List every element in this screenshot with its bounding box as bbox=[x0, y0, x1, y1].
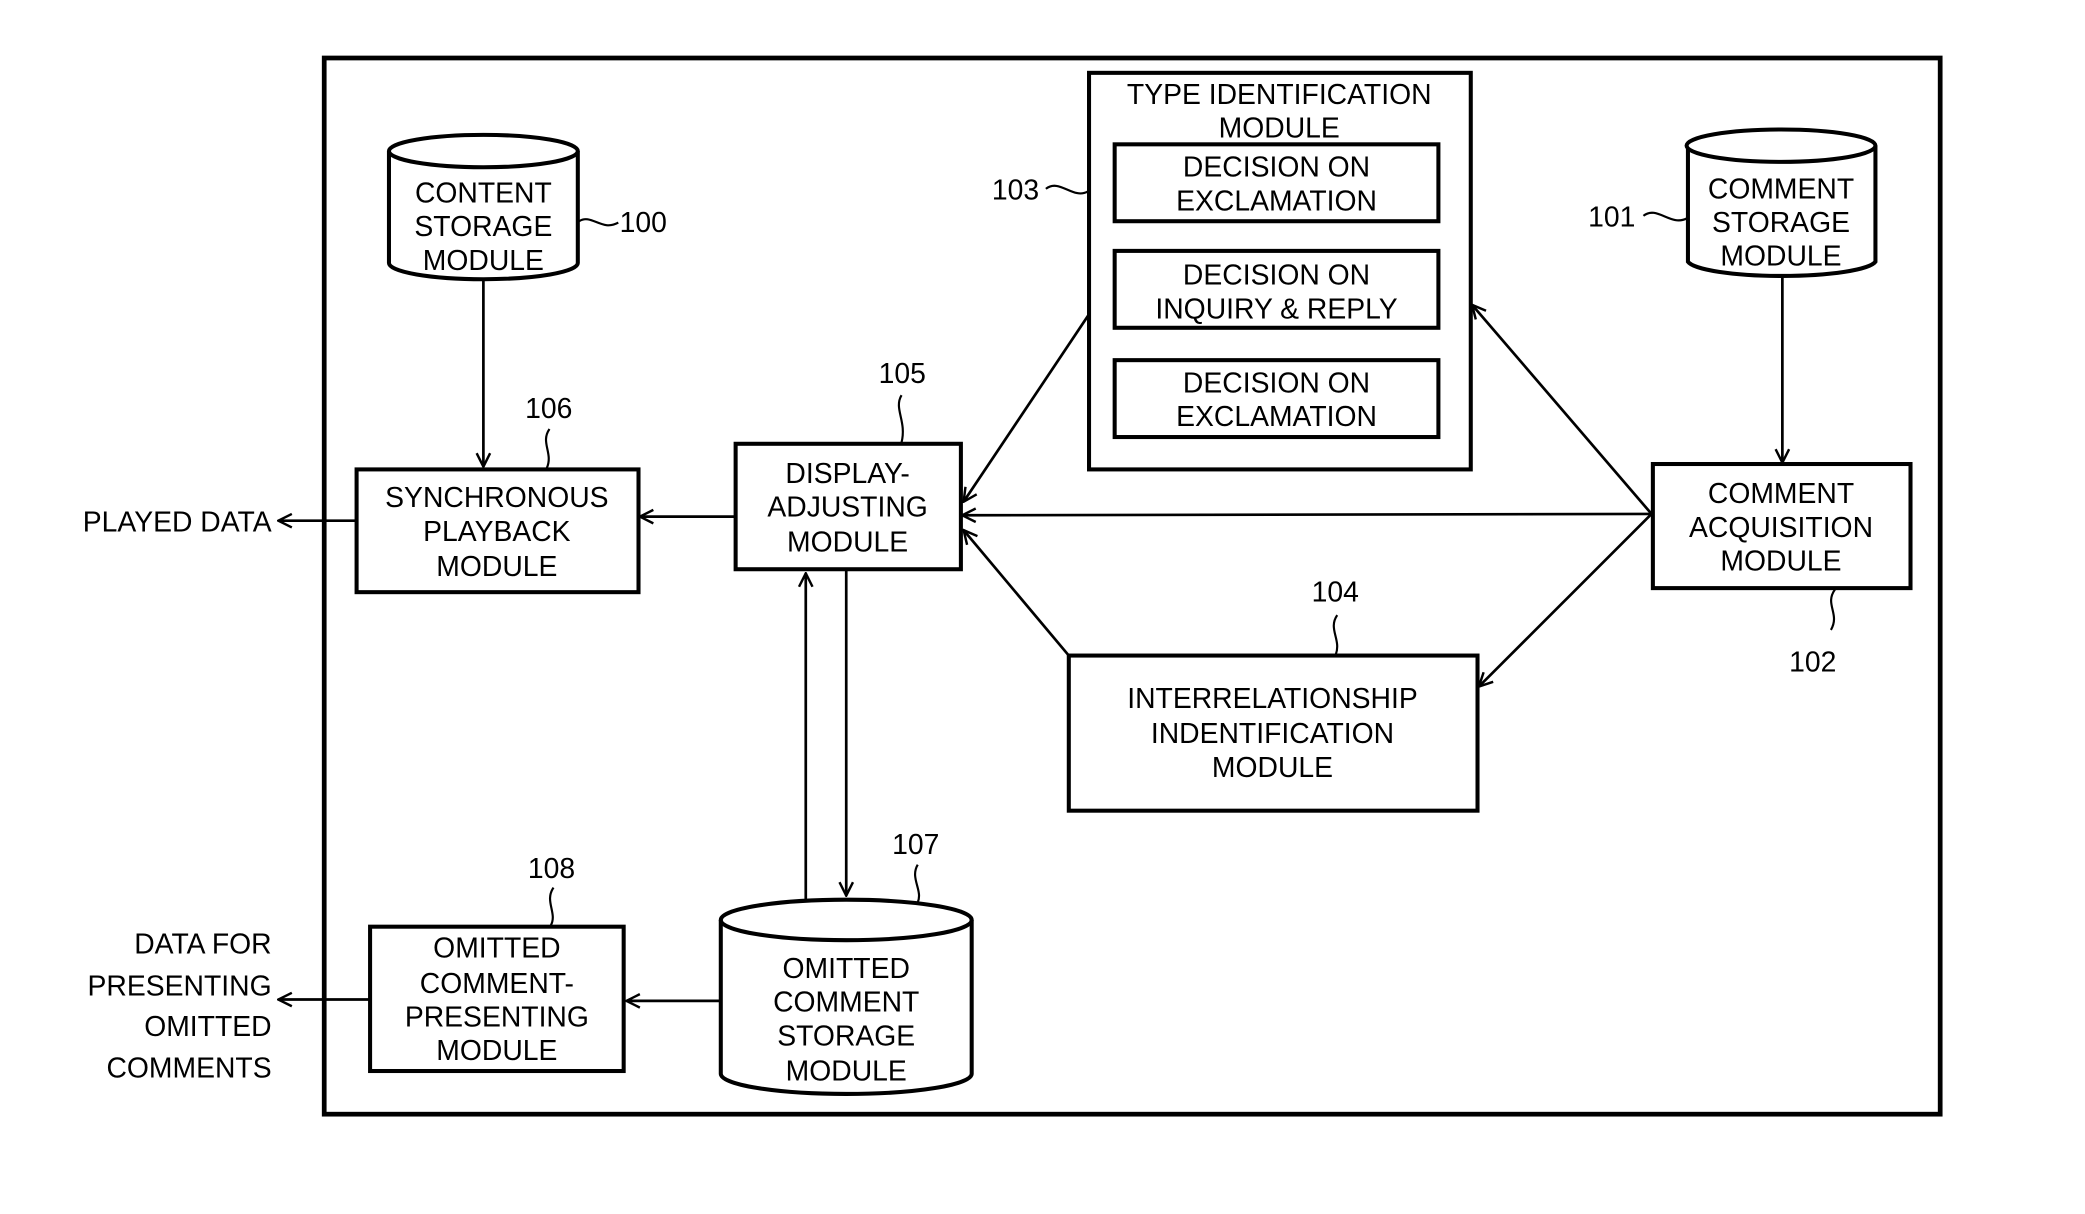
connections bbox=[278, 277, 1782, 1001]
content-storage-module[interactable]: CONTENT STORAGE MODULE bbox=[386, 132, 580, 282]
type-identification-module[interactable]: TYPE IDENTIFICATION MODULE DECISION ON E… bbox=[1087, 70, 1473, 472]
interrelationship-label-2: INDENTIFICATION bbox=[1151, 718, 1394, 750]
comment-storage-label-2: STORAGE bbox=[1712, 207, 1850, 239]
comment-storage-label-1: COMMENT bbox=[1708, 173, 1854, 205]
content-storage-label-3: MODULE bbox=[423, 245, 544, 277]
ref-leader-105 bbox=[897, 394, 904, 443]
ref-number-103: 103 bbox=[992, 175, 1039, 207]
omitted-output-label-4: COMMENTS bbox=[106, 1053, 271, 1085]
comment-acquisition-label-1: COMMENT bbox=[1708, 478, 1854, 510]
comment-acquisition-module[interactable]: COMMENT ACQUISITION MODULE bbox=[1650, 461, 1913, 591]
interrelationship-label-3: MODULE bbox=[1212, 752, 1333, 784]
omitted-output-label-2: PRESENTING bbox=[88, 970, 272, 1002]
omitted-output-label-1: DATA FOR bbox=[134, 929, 271, 961]
ref-leader-108 bbox=[548, 886, 555, 926]
omitted-storage-label-2: COMMENT bbox=[773, 987, 919, 1019]
comment-storage-module[interactable]: COMMENT STORAGE MODULE bbox=[1684, 127, 1878, 278]
ref-number-101: 101 bbox=[1588, 202, 1635, 234]
ref-leader-103 bbox=[1045, 184, 1089, 195]
ref-leader-100 bbox=[578, 218, 619, 227]
decision-block-3-label-2: EXCLAMATION bbox=[1176, 401, 1377, 433]
decision-block-2-label-2: INQUIRY & REPLY bbox=[1155, 293, 1397, 325]
omitted-comment-storage-module[interactable]: OMITTED COMMENT STORAGE MODULE bbox=[718, 897, 974, 1096]
arrow-interrelationship-to-display-adjusting bbox=[964, 530, 1070, 657]
ref-number-105: 105 bbox=[879, 358, 926, 390]
ref-leader-107 bbox=[913, 864, 921, 903]
block-diagram: CONTENT STORAGE MODULE 100 COMMENT STORA… bbox=[83, 55, 1943, 1117]
ref-number-108: 108 bbox=[528, 853, 575, 885]
display-adjusting-label-2: ADJUSTING bbox=[767, 492, 927, 524]
omitted-comments-output-label: DATA FOR PRESENTING OMITTED COMMENTS bbox=[88, 929, 272, 1085]
display-adjusting-module[interactable]: DISPLAY- ADJUSTING MODULE bbox=[733, 441, 963, 572]
interrelationship-identification-module[interactable]: INTERRELATIONSHIP INDENTIFICATION MODULE bbox=[1066, 653, 1480, 813]
display-adjusting-label-1: DISPLAY- bbox=[785, 458, 909, 490]
type-identification-label-2: MODULE bbox=[1219, 113, 1340, 145]
ref-leader-104 bbox=[1332, 614, 1339, 655]
arrow-acquisition-to-display-adjusting bbox=[962, 514, 1652, 515]
decision-block-exclamation-2[interactable]: DECISION ON EXCLAMATION bbox=[1112, 358, 1441, 440]
synchronous-playback-module[interactable]: SYNCHRONOUS PLAYBACK MODULE bbox=[354, 467, 641, 595]
omitted-storage-label-1: OMITTED bbox=[783, 953, 910, 985]
decision-block-1-label-1: DECISION ON bbox=[1183, 152, 1370, 184]
omitted-storage-label-4: MODULE bbox=[786, 1055, 907, 1087]
ref-number-104: 104 bbox=[1312, 577, 1359, 609]
interrelationship-label-1: INTERRELATIONSHIP bbox=[1127, 683, 1418, 715]
arrow-acquisition-to-type-identification bbox=[1472, 305, 1653, 515]
comment-acquisition-label-2: ACQUISITION bbox=[1689, 512, 1873, 544]
arrow-acquisition-to-interrelationship bbox=[1479, 512, 1653, 687]
decision-block-3-label-1: DECISION ON bbox=[1183, 368, 1370, 400]
ref-number-100: 100 bbox=[620, 207, 667, 239]
decision-block-exclamation[interactable]: DECISION ON EXCLAMATION bbox=[1112, 142, 1441, 224]
omitted-comment-presenting-module[interactable]: OMITTED COMMENT- PRESENTING MODULE bbox=[368, 924, 626, 1074]
ref-number-106: 106 bbox=[525, 393, 572, 425]
content-storage-label-1: CONTENT bbox=[415, 177, 552, 209]
decision-block-1-label-2: EXCLAMATION bbox=[1176, 185, 1377, 217]
comment-acquisition-label-3: MODULE bbox=[1720, 546, 1841, 578]
omitted-output-label-3: OMITTED bbox=[144, 1011, 271, 1043]
omitted-presenting-label-4: MODULE bbox=[436, 1035, 557, 1067]
comment-storage-label-3: MODULE bbox=[1720, 241, 1841, 273]
ref-leader-102 bbox=[1829, 588, 1836, 631]
arrow-type-identification-to-display-adjusting bbox=[964, 313, 1091, 501]
synchronous-playback-label-2: PLAYBACK bbox=[423, 516, 571, 548]
display-adjusting-label-3: MODULE bbox=[787, 527, 908, 559]
synchronous-playback-label-1: SYNCHRONOUS bbox=[385, 482, 608, 514]
content-storage-label-2: STORAGE bbox=[414, 211, 552, 243]
ref-leader-106 bbox=[544, 428, 551, 469]
ref-number-107: 107 bbox=[892, 829, 939, 861]
omitted-presenting-label-3: PRESENTING bbox=[405, 1002, 589, 1034]
decision-block-2-label-1: DECISION ON bbox=[1183, 260, 1370, 292]
played-data-output-label: PLAYED DATA bbox=[83, 506, 272, 538]
synchronous-playback-label-3: MODULE bbox=[436, 551, 557, 583]
omitted-presenting-label-1: OMITTED bbox=[433, 933, 560, 965]
omitted-storage-label-3: STORAGE bbox=[777, 1020, 915, 1052]
type-identification-label-1: TYPE IDENTIFICATION bbox=[1127, 79, 1432, 111]
ref-number-102: 102 bbox=[1789, 647, 1836, 679]
omitted-presenting-label-2: COMMENT- bbox=[420, 968, 574, 1000]
ref-leader-101 bbox=[1642, 211, 1688, 222]
decision-block-inquiry-reply[interactable]: DECISION ON INQUIRY & REPLY bbox=[1112, 248, 1441, 330]
